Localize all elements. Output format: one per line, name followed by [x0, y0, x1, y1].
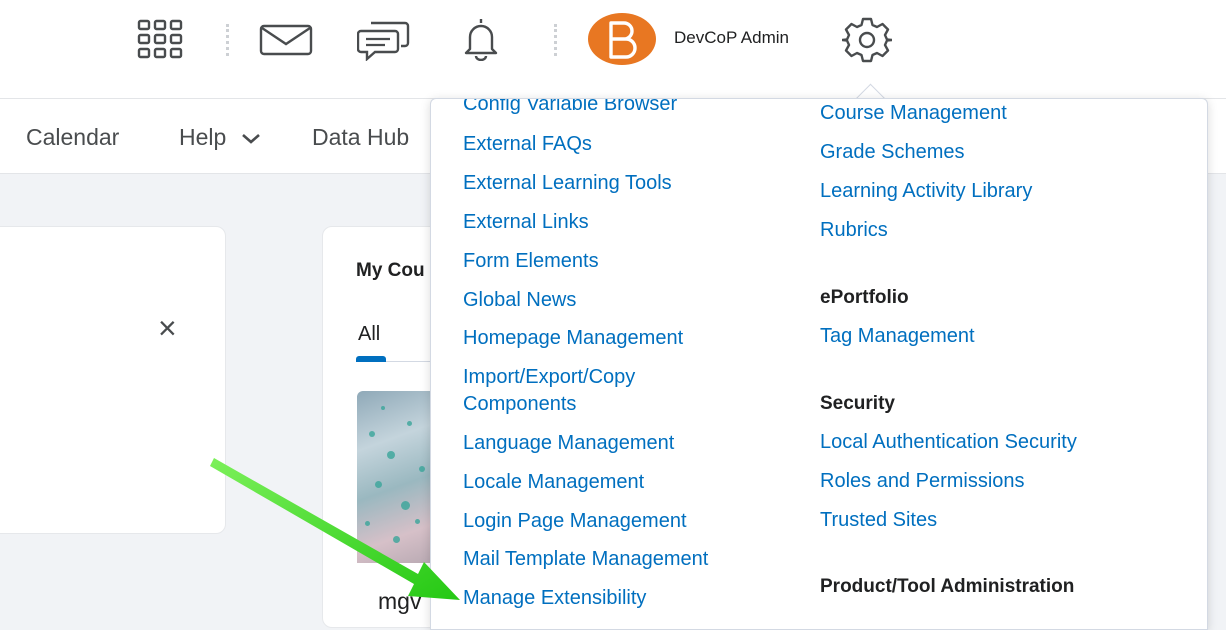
menu-link-course-management[interactable]: Course Management	[820, 100, 1007, 127]
my-courses-title: My Cou	[356, 260, 425, 281]
menu-link-external-faqs[interactable]: External FAQs	[463, 131, 592, 158]
gear-icon[interactable]	[840, 14, 894, 66]
menu-link-local-authentication-security[interactable]: Local Authentication Security	[820, 429, 1077, 456]
top-bar: DevCoP Admin	[0, 0, 1226, 99]
tab-all[interactable]: All	[358, 323, 380, 346]
nav-item-label: Data Hub	[312, 124, 410, 150]
username[interactable]: DevCoP Admin	[674, 28, 789, 48]
menu-link-external-learning-tools[interactable]: External Learning Tools	[463, 170, 672, 197]
menu-link-external-links[interactable]: External Links	[463, 209, 589, 236]
nav-item-data-hub[interactable]: Data Hub	[312, 124, 409, 151]
avatar[interactable]	[588, 13, 656, 65]
menu-link-mail-template-management[interactable]: Mail Template Management	[463, 546, 708, 573]
menu-link-import-export-copy-line2[interactable]: Components	[463, 391, 576, 418]
nav-item-label: Calendar	[26, 124, 120, 150]
bell-icon[interactable]	[456, 14, 506, 62]
menu-link-rubrics[interactable]: Rubrics	[820, 217, 888, 244]
menu-link-grade-schemes[interactable]: Grade Schemes	[820, 139, 965, 166]
section-heading-security: Security	[820, 393, 895, 414]
tab-active-indicator	[356, 356, 386, 362]
menu-link-login-page-management[interactable]: Login Page Management	[463, 508, 687, 535]
menu-link-import-export-copy[interactable]: Import/Export/Copy	[463, 364, 635, 391]
close-icon[interactable]: ×	[158, 312, 177, 344]
mail-icon[interactable]	[258, 22, 314, 58]
menu-link-manage-extensibility[interactable]: Manage Extensibility	[463, 585, 646, 612]
nav-item-help[interactable]: Help	[179, 124, 261, 151]
menu-link-locale-management[interactable]: Locale Management	[463, 469, 644, 496]
menu-link-learning-activity-library[interactable]: Learning Activity Library	[820, 178, 1032, 205]
topbar-separator	[554, 24, 557, 56]
topbar-separator	[226, 24, 229, 56]
chat-icon[interactable]	[356, 16, 412, 62]
menu-link-trusted-sites[interactable]: Trusted Sites	[820, 507, 937, 534]
widget-card	[0, 226, 226, 534]
menu-link-roles-and-permissions[interactable]: Roles and Permissions	[820, 468, 1025, 495]
menu-link-language-management[interactable]: Language Management	[463, 430, 674, 457]
menu-link-global-news[interactable]: Global News	[463, 287, 576, 314]
menu-link-form-elements[interactable]: Form Elements	[463, 248, 599, 275]
menu-link-homepage-management[interactable]: Homepage Management	[463, 325, 683, 352]
chevron-down-icon	[241, 133, 260, 144]
course-name[interactable]: mgv	[378, 588, 421, 615]
apps-grid-icon[interactable]	[136, 18, 186, 60]
menu-link-tag-management[interactable]: Tag Management	[820, 323, 975, 350]
menu-link-config-variable-browser[interactable]: Config Variable Browser	[463, 99, 677, 118]
course-image[interactable]	[357, 391, 437, 563]
section-heading-product-tool-administration: Product/Tool Administration	[820, 576, 1075, 597]
nav-item-label: Help	[179, 124, 227, 150]
admin-tools-dropdown: Config Variable Browser External FAQs Ex…	[430, 98, 1208, 630]
nav-item-calendar[interactable]: Calendar	[26, 124, 119, 151]
section-heading-eportfolio: ePortfolio	[820, 287, 909, 308]
